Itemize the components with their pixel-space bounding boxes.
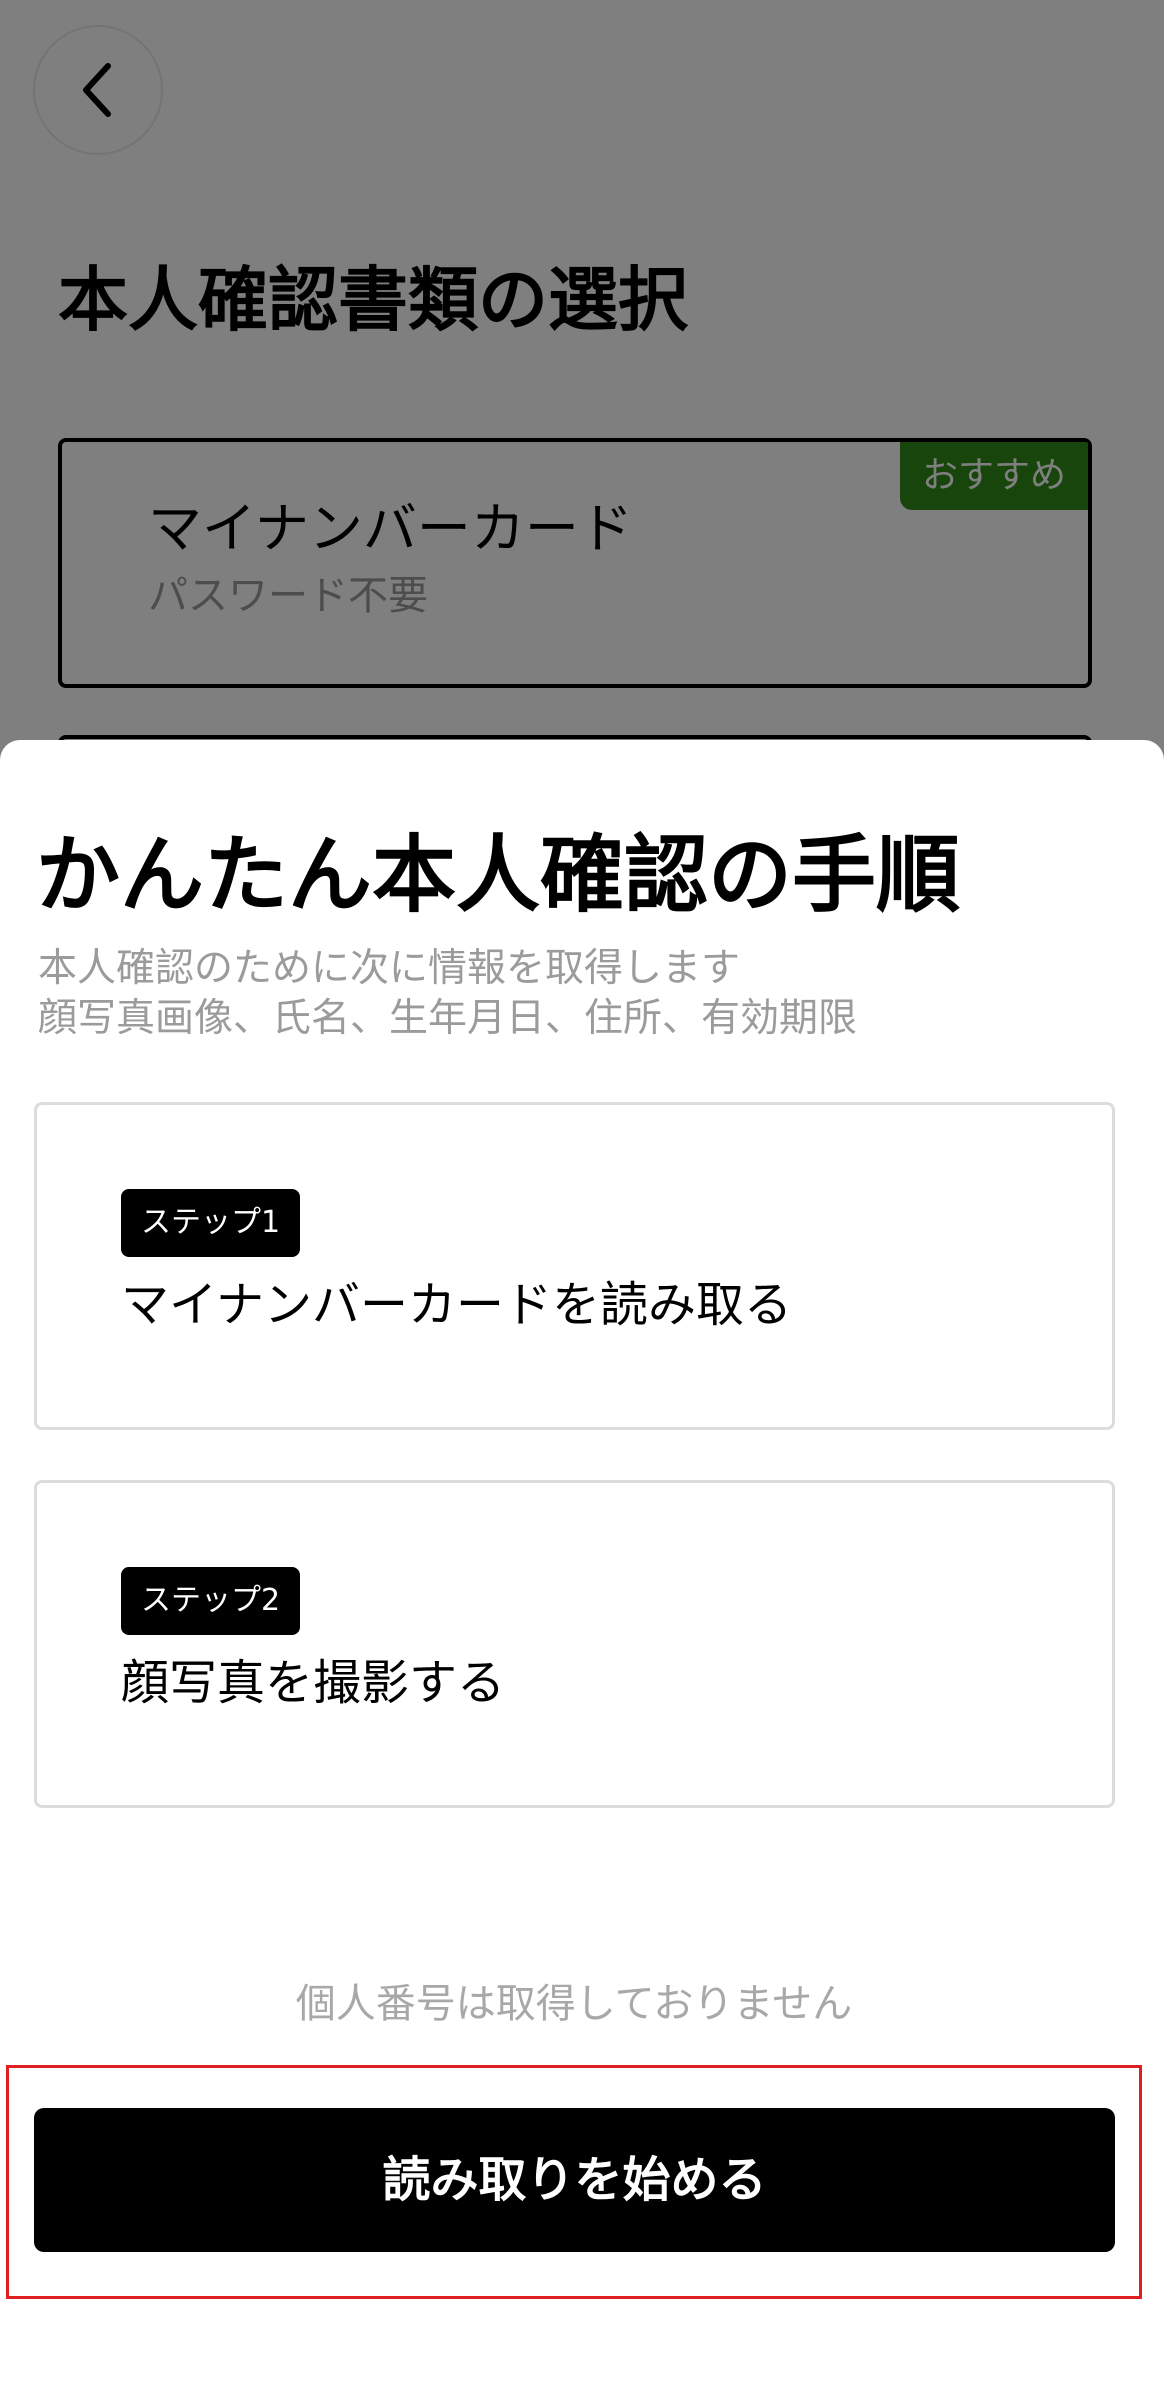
step-badge-2: ステップ2 <box>121 1567 301 1635</box>
sheet-title: かんたん本人確認の手順 <box>36 826 961 924</box>
easy-verification-sheet: かんたん本人確認の手順 本人確認のために次に情報を取得します 顔写真画像、氏名、… <box>0 740 1164 2403</box>
sheet-description-line-1: 本人確認のために次に情報を取得します <box>38 946 741 991</box>
step-card-2: ステップ2 顔写真を撮影する <box>34 1480 1115 1808</box>
step-text-1: マイナンバーカードを読み取る <box>121 1277 793 1333</box>
step-text-2: 顔写真を撮影する <box>121 1655 506 1711</box>
sheet-description-line-2: 顔写真画像、氏名、生年月日、住所、有効期限 <box>38 996 858 1041</box>
privacy-note: 個人番号は取得しておりません <box>295 1981 853 2027</box>
sheet-description: 本人確認のために次に情報を取得します 顔写真画像、氏名、生年月日、住所、有効期限 <box>38 944 857 1044</box>
step-badge-1: ステップ1 <box>121 1189 301 1257</box>
start-reading-button[interactable]: 読み取りを始める <box>34 2108 1115 2252</box>
step-card-1: ステップ1 マイナンバーカードを読み取る <box>34 1102 1115 1430</box>
